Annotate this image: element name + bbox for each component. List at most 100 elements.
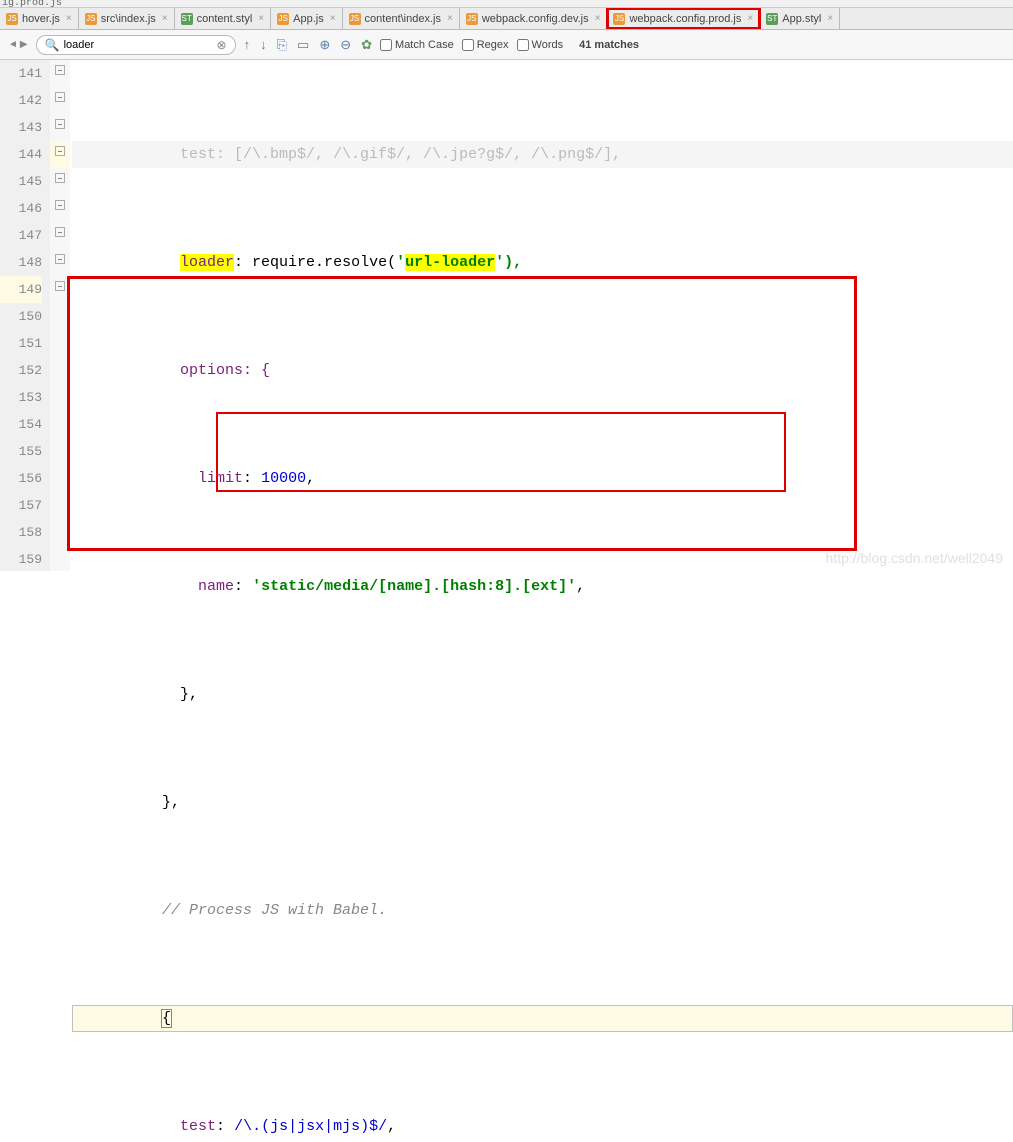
line-number: 142: [0, 87, 42, 114]
close-tab-icon[interactable]: ×: [162, 13, 168, 24]
close-tab-icon[interactable]: ×: [747, 13, 753, 24]
fold-cell: [50, 276, 70, 303]
code-line: test: [/\.bmp$/, /\.gif$/, /\.jpe?g$/, /…: [72, 141, 1013, 168]
tab-label: App.styl: [782, 13, 821, 25]
line-number: 141: [0, 60, 42, 87]
close-tab-icon[interactable]: ×: [330, 13, 336, 24]
tab-label: App.js: [293, 13, 324, 25]
tab-hover-js[interactable]: JS hover.js ×: [0, 8, 79, 29]
line-number: 151: [0, 330, 42, 357]
tab-content-styl[interactable]: ST content.styl ×: [175, 8, 271, 29]
line-number: 149: [0, 276, 42, 303]
line-number: 155: [0, 438, 42, 465]
line-number: 148: [0, 249, 42, 276]
fold-marker-icon[interactable]: [55, 227, 65, 237]
filter-icon[interactable]: ⎘: [277, 37, 287, 53]
tab-label: webpack.config.prod.js: [629, 13, 741, 25]
close-tab-icon[interactable]: ×: [827, 13, 833, 24]
close-tab-icon[interactable]: ×: [447, 13, 453, 24]
close-tab-icon[interactable]: ×: [258, 13, 264, 24]
up-occurrence-icon[interactable]: ↑: [244, 37, 251, 52]
fold-cell: [50, 87, 70, 114]
regex-checkbox[interactable]: Regex: [462, 39, 509, 51]
js-file-icon: JS: [6, 13, 18, 25]
editor-tabs: JShover.js×JSsrc\index.js×STcontent.styl…: [0, 8, 1013, 30]
code-line-current: {: [72, 1005, 1013, 1032]
fold-cell: [50, 114, 70, 141]
fold-marker-icon[interactable]: [55, 200, 65, 210]
fold-cell: [50, 195, 70, 222]
code-line: test: /\.(js|jsx|mjs)$/,: [72, 1113, 1013, 1140]
code-line: },: [72, 789, 1013, 816]
line-number: 147: [0, 222, 42, 249]
fold-marker-icon[interactable]: [55, 281, 65, 291]
fold-marker-icon[interactable]: [55, 254, 65, 264]
line-number: 144: [0, 141, 42, 168]
search-input[interactable]: [64, 39, 217, 51]
words-input[interactable]: [517, 39, 529, 51]
tab-src-index-js[interactable]: JSsrc\index.js×: [79, 8, 175, 29]
annotation-box-outer: [67, 276, 857, 551]
code-line: options: {: [72, 357, 1013, 384]
fold-marker-icon[interactable]: [55, 173, 65, 183]
styl-file-icon: ST: [766, 13, 778, 25]
tab-webpack-config-dev-js[interactable]: JS webpack.config.dev.js ×: [460, 8, 608, 29]
code-line: // Process JS with Babel.: [72, 897, 1013, 924]
breadcrumb: ig.prod.js: [0, 0, 1013, 8]
tab-label: content.styl: [197, 13, 253, 25]
fold-marker-icon[interactable]: [55, 119, 65, 129]
line-number: 159: [0, 546, 42, 573]
fold-cell: [50, 60, 70, 87]
fold-marker-icon[interactable]: [55, 146, 65, 156]
words-label: Words: [532, 39, 564, 51]
search-box[interactable]: 🔍 ⊗: [36, 35, 236, 55]
fold-cell: [50, 222, 70, 249]
words-checkbox[interactable]: Words: [517, 39, 564, 51]
nav-arrows: ◄ ▶: [8, 39, 28, 50]
close-tab-icon[interactable]: ×: [595, 13, 601, 24]
fold-cell: [50, 249, 70, 276]
back-arrow-icon[interactable]: ◄: [8, 39, 18, 50]
line-number: 158: [0, 519, 42, 546]
close-tab-icon[interactable]: ×: [66, 13, 72, 24]
js-file-icon: JS: [466, 13, 478, 25]
regex-input[interactable]: [462, 39, 474, 51]
code-line: name: 'static/media/[name].[hash:8].[ext…: [72, 573, 1013, 600]
line-number: 145: [0, 168, 42, 195]
fold-marker-icon[interactable]: [55, 92, 65, 102]
line-number: 157: [0, 492, 42, 519]
forward-arrow-icon[interactable]: ▶: [20, 39, 28, 50]
tab-content-index-js[interactable]: JScontent\index.js×: [343, 8, 460, 29]
add-selection-icon[interactable]: ⊕: [319, 37, 330, 53]
tab-label: content\index.js: [365, 13, 441, 25]
line-number: 143: [0, 114, 42, 141]
match-case-checkbox[interactable]: Match Case: [380, 39, 454, 51]
styl-file-icon: ST: [181, 13, 193, 25]
fold-marker-icon[interactable]: [55, 65, 65, 75]
remove-selection-icon[interactable]: ⊖: [340, 37, 351, 53]
tab-label: hover.js: [22, 13, 60, 25]
tab-App-js[interactable]: JS App.js ×: [271, 8, 342, 29]
code-area[interactable]: test: [/\.bmp$/, /\.gif$/, /\.jpe?g$/, /…: [70, 60, 1013, 571]
code-line: loader: require.resolve('url-loader'),: [72, 249, 1013, 276]
tab-webpack-config-prod-js[interactable]: JS webpack.config.prod.js ×: [607, 8, 760, 29]
match-count: 41 matches: [579, 39, 639, 51]
line-number: 150: [0, 303, 42, 330]
js-file-icon: JS: [85, 13, 97, 25]
select-all-icon[interactable]: ▭: [297, 37, 309, 53]
editor: 1411421431441451461471481491501511521531…: [0, 60, 1013, 571]
js-file-icon: JS: [613, 13, 625, 25]
fold-cell: [50, 141, 70, 168]
line-number: 154: [0, 411, 42, 438]
settings-icon[interactable]: ✿: [361, 37, 372, 53]
match-case-input[interactable]: [380, 39, 392, 51]
line-number: 146: [0, 195, 42, 222]
code-line: },: [72, 681, 1013, 708]
js-file-icon: JS: [277, 13, 289, 25]
down-occurrence-icon[interactable]: ↓: [260, 37, 267, 52]
tab-App-styl[interactable]: ST App.styl ×: [760, 8, 840, 29]
tab-label: webpack.config.dev.js: [482, 13, 589, 25]
clear-search-icon[interactable]: ⊗: [217, 38, 227, 52]
line-number: 153: [0, 384, 42, 411]
regex-label: Regex: [477, 39, 509, 51]
